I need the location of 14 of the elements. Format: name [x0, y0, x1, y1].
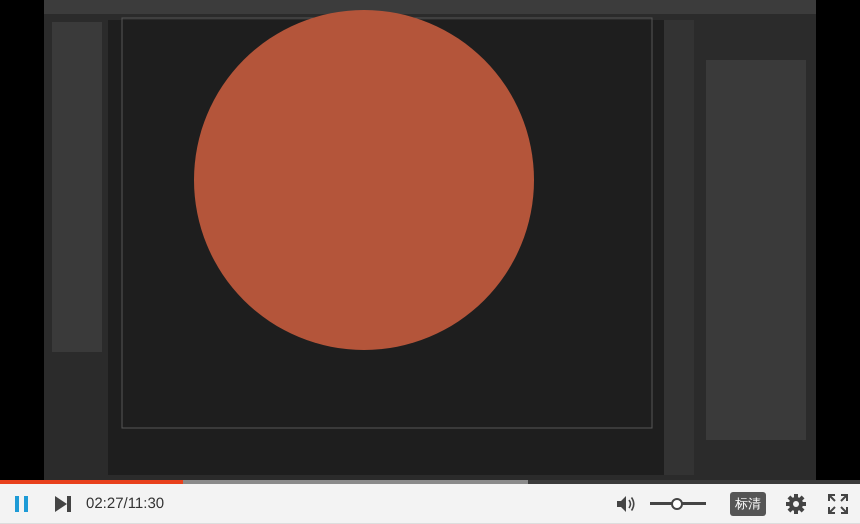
pause-icon [14, 494, 30, 512]
fullscreen-button[interactable] [828, 494, 848, 514]
progress-bar[interactable] [0, 480, 860, 484]
next-button[interactable] [54, 494, 72, 512]
fullscreen-icon [828, 494, 848, 514]
settings-button[interactable] [786, 494, 806, 514]
pause-button[interactable] [14, 494, 30, 512]
volume-button[interactable] [616, 494, 636, 512]
volume-thumb[interactable] [671, 498, 683, 510]
settings-icon [786, 494, 806, 514]
quality-button[interactable]: 标清 [730, 492, 766, 516]
skip-next-icon [54, 494, 72, 512]
playback-time: 02:27/11:30 [86, 495, 164, 512]
speaker-icon [616, 494, 636, 512]
